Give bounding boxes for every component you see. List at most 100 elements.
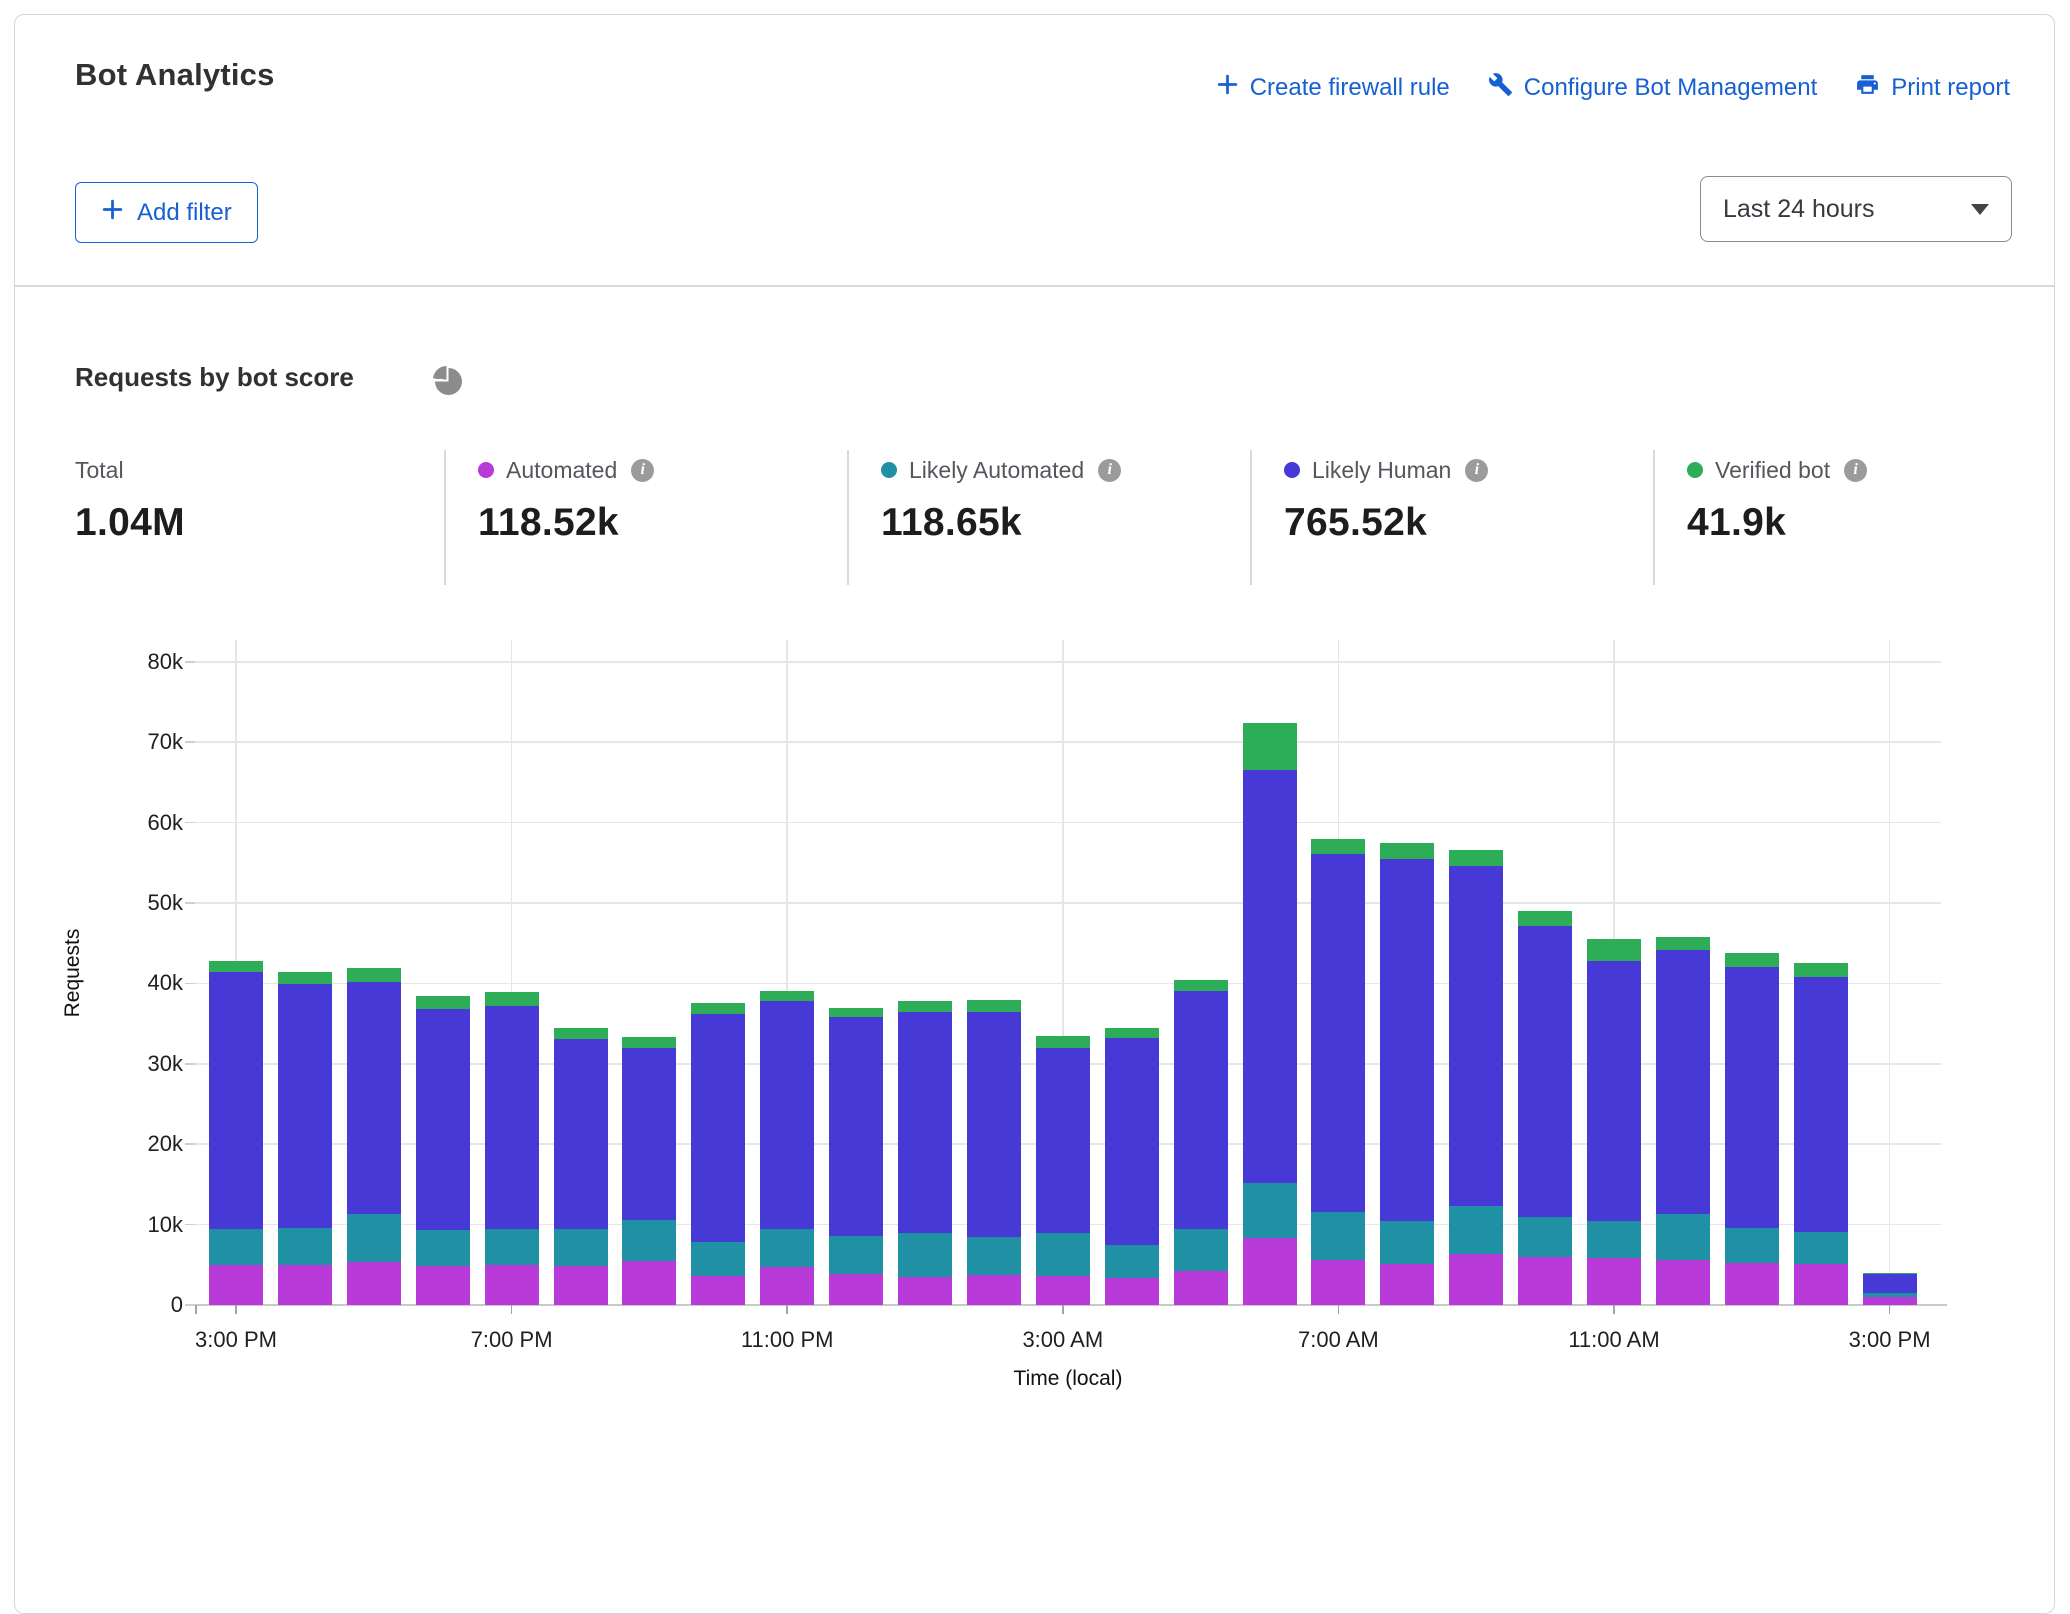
bar-5-00-pm[interactable]: [347, 968, 401, 1305]
bar-segment-verified-bot: [1380, 843, 1434, 859]
bar-segment-verified-bot: [485, 992, 539, 1006]
stat-value: 118.65k: [881, 501, 1241, 545]
bar-11-00-am[interactable]: [1587, 939, 1641, 1305]
bar-segment-automated: [1243, 1238, 1297, 1305]
bar-3-00-am[interactable]: [1036, 1036, 1090, 1305]
info-icon[interactable]: [1465, 459, 1488, 482]
y-tick-label: 0: [113, 1292, 183, 1318]
bar-segment-likely-human: [829, 1017, 883, 1236]
stat-divider: [1250, 450, 1252, 585]
info-icon[interactable]: [1098, 459, 1121, 482]
bar-9-00-pm[interactable]: [622, 1037, 676, 1305]
action-create-firewall-rule[interactable]: Create firewall rule: [1216, 73, 1450, 103]
stat-automated: Automated118.52k: [478, 455, 838, 545]
bar-segment-automated: [898, 1277, 952, 1305]
bar-segment-likely-human: [691, 1014, 745, 1242]
bar-5-00-am[interactable]: [1174, 980, 1228, 1305]
bar-segment-likely-automated: [347, 1214, 401, 1262]
bar-segment-verified-bot: [1105, 1028, 1159, 1038]
bar-2-00-am[interactable]: [967, 1000, 1021, 1305]
bar-segment-automated: [1587, 1258, 1641, 1305]
info-icon[interactable]: [631, 459, 654, 482]
bar-segment-likely-human: [1380, 859, 1434, 1221]
bar-11-00-pm[interactable]: [760, 991, 814, 1305]
bar-segment-likely-automated: [278, 1228, 332, 1265]
bar-segment-likely-human: [278, 984, 332, 1228]
time-range-select[interactable]: Last 24 hours: [1700, 176, 2012, 242]
bar-segment-automated: [1518, 1257, 1572, 1305]
bar-segment-verified-bot: [209, 961, 263, 972]
stat-value: 1.04M: [75, 501, 435, 545]
bar-10-00-pm[interactable]: [691, 1003, 745, 1305]
bar-1-00-pm[interactable]: [1725, 953, 1779, 1305]
bar-7-00-am[interactable]: [1311, 839, 1365, 1305]
y-tick: [185, 1143, 195, 1145]
x-tick-label: 3:00 PM: [1805, 1327, 1975, 1353]
bar-segment-likely-automated: [554, 1229, 608, 1265]
bar-segment-likely-automated: [209, 1229, 263, 1265]
bar-segment-likely-human: [1449, 866, 1503, 1206]
bar-segment-automated: [1656, 1260, 1710, 1305]
x-tick: [1613, 1305, 1615, 1314]
bar-6-00-pm[interactable]: [416, 996, 470, 1305]
bar-segment-likely-automated: [1380, 1221, 1434, 1264]
bar-segment-verified-bot: [554, 1028, 608, 1038]
bar-7-00-pm[interactable]: [485, 992, 539, 1305]
bar-8-00-am[interactable]: [1380, 843, 1434, 1305]
bar-segment-likely-human: [898, 1012, 952, 1234]
action-configure-bot-management[interactable]: Configure Bot Management: [1488, 72, 1818, 104]
bar-3-00-pm[interactable]: [209, 961, 263, 1305]
bar-segment-verified-bot: [1449, 850, 1503, 866]
action-label: Configure Bot Management: [1524, 74, 1818, 102]
bar-segment-likely-human: [416, 1009, 470, 1230]
bar-segment-likely-human: [485, 1006, 539, 1229]
bar-4-00-am[interactable]: [1105, 1028, 1159, 1305]
bar-3-00-pm[interactable]: [1863, 1273, 1917, 1305]
bar-segment-automated: [278, 1265, 332, 1305]
bar-segment-likely-human: [1863, 1274, 1917, 1293]
stat-divider: [847, 450, 849, 585]
bar-1-00-am[interactable]: [898, 1001, 952, 1305]
bar-9-00-am[interactable]: [1449, 850, 1503, 1305]
bar-segment-automated: [829, 1274, 883, 1305]
bar-segment-likely-human: [347, 982, 401, 1214]
y-gridline: [195, 902, 1941, 904]
bar-6-00-am[interactable]: [1243, 723, 1297, 1305]
bar-segment-likely-automated: [760, 1229, 814, 1267]
bar-segment-likely-automated: [1449, 1206, 1503, 1253]
bar-8-00-pm[interactable]: [554, 1028, 608, 1305]
x-axis-origin-tick: [195, 1305, 197, 1314]
bar-segment-automated: [1380, 1264, 1434, 1305]
bar-segment-likely-automated: [485, 1229, 539, 1265]
info-icon[interactable]: [1844, 459, 1867, 482]
stat-value: 41.9k: [1687, 501, 2047, 545]
bar-segment-automated: [209, 1265, 263, 1305]
bar-2-00-pm[interactable]: [1794, 963, 1848, 1305]
x-tick: [235, 1305, 237, 1314]
y-tick: [185, 1304, 195, 1306]
bar-4-00-pm[interactable]: [278, 972, 332, 1305]
bar-segment-automated: [1036, 1276, 1090, 1305]
bar-segment-automated: [1174, 1271, 1228, 1305]
requests-chart: Requests Time (local) 010k20k30k40k50k60…: [195, 640, 1941, 1305]
bar-segment-likely-automated: [1036, 1233, 1090, 1276]
y-tick-label: 10k: [113, 1212, 183, 1238]
bar-segment-automated: [416, 1266, 470, 1305]
bar-12-00-pm[interactable]: [1656, 937, 1710, 1305]
add-filter-button[interactable]: Add filter: [75, 182, 258, 243]
x-tick-label: 7:00 AM: [1253, 1327, 1423, 1353]
bar-segment-likely-automated: [622, 1220, 676, 1261]
y-tick-label: 50k: [113, 890, 183, 916]
bar-segment-verified-bot: [1518, 911, 1572, 926]
stat-label: Total: [75, 457, 124, 484]
bar-segment-likely-automated: [1174, 1229, 1228, 1272]
bar-10-00-am[interactable]: [1518, 911, 1572, 1305]
bar-12-00-am[interactable]: [829, 1008, 883, 1305]
bar-segment-likely-automated: [1105, 1245, 1159, 1279]
bar-segment-automated: [1311, 1260, 1365, 1305]
time-range-value: Last 24 hours: [1723, 195, 1875, 224]
legend-dot: [478, 462, 494, 478]
action-print-report[interactable]: Print report: [1855, 72, 2010, 104]
bar-segment-verified-bot: [1587, 939, 1641, 961]
header-divider: [15, 285, 2055, 287]
